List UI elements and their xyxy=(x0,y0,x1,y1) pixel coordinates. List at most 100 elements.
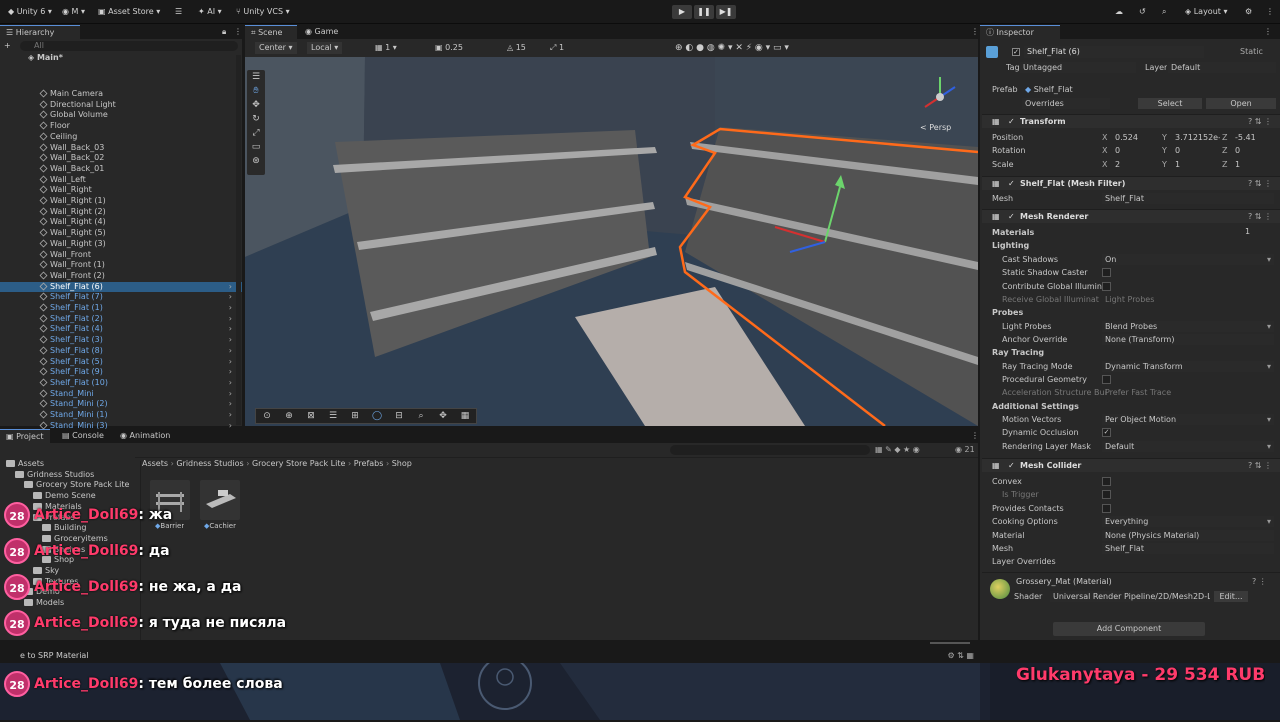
scene-root[interactable]: ◈ Main* xyxy=(0,53,242,64)
angle-toggle[interactable]: ◬ 15 xyxy=(507,42,526,54)
hierarchy-item[interactable]: Wall_Right (4) xyxy=(0,217,242,228)
transform-position-y[interactable]: 3.712152e- xyxy=(1175,131,1220,144)
hierarchy-item[interactable]: Wall_Back_01 xyxy=(0,164,242,175)
transform-scale[interactable]: Scale X 2 Y 1 Z 1 xyxy=(982,158,1280,171)
scene-viewport[interactable] xyxy=(245,57,978,426)
tool-rect-icon[interactable]: ▭ xyxy=(249,140,263,154)
hierarchy-item[interactable]: Shelf_Flat (7) › xyxy=(0,292,242,303)
active-checkbox[interactable]: ✓ xyxy=(1012,48,1020,56)
collider-mesh-value[interactable]: Shelf_Flat xyxy=(1102,543,1274,554)
search-icon[interactable]: ⌕ xyxy=(1162,5,1166,19)
overlay-tool-5-icon[interactable]: ⊞ xyxy=(348,409,362,423)
tab-scene[interactable]: ⌗ Scene xyxy=(245,25,297,39)
hierarchy-item[interactable]: Wall_Front xyxy=(0,250,242,261)
tool-transform-icon[interactable]: ⊛ xyxy=(249,154,263,168)
overlay-tool-3-icon[interactable]: ⊠ xyxy=(304,409,318,423)
hierarchy-item[interactable]: Shelf_Flat (2) › xyxy=(0,314,242,325)
cooking-options-value[interactable]: Everything xyxy=(1102,516,1274,527)
expand-arrow-icon[interactable]: › xyxy=(229,410,232,421)
mesh-filter-header[interactable]: ▦ ✓ Shelf_Flat (Mesh Filter) ? ⇅ ⋮ xyxy=(982,176,1280,190)
breadcrumb-item[interactable]: Gridness Studios xyxy=(176,459,243,468)
overlay-tool-10-icon[interactable]: ▦ xyxy=(458,409,472,423)
dynamic-occlusion-checkbox[interactable]: ✓ xyxy=(1102,428,1111,437)
transform-scale-y[interactable]: 1 xyxy=(1175,158,1220,171)
expand-arrow-icon[interactable]: › xyxy=(229,292,232,303)
material-menu-icon[interactable]: ? ⋮ xyxy=(1252,577,1267,586)
hierarchy-item[interactable]: Shelf_Flat (1) › xyxy=(0,303,242,314)
rendering-layer-mask-value[interactable]: Default xyxy=(1102,441,1274,452)
panel-menu-icon[interactable]: ⋮ xyxy=(228,25,242,39)
provides-contacts[interactable]: Provides Contacts xyxy=(982,502,1280,515)
tab-inspector[interactable]: ⓘ Inspector xyxy=(980,25,1060,39)
overlay-tool-4-icon[interactable]: ☰ xyxy=(326,409,340,423)
layout-button[interactable]: ◈ Layout ▾ xyxy=(1185,5,1227,19)
expand-arrow-icon[interactable]: › xyxy=(229,314,232,325)
mesh-collider-header[interactable]: ▦ ✓ Mesh Collider ? ⇅ ⋮ xyxy=(982,458,1280,472)
hierarchy-item[interactable]: Wall_Right xyxy=(0,185,242,196)
hierarchy-item[interactable]: Shelf_Flat (5) › xyxy=(0,357,242,368)
tool-view-icon[interactable]: ☰ xyxy=(249,70,263,84)
step-button[interactable]: ▶❚ xyxy=(716,5,736,19)
hierarchy-item[interactable]: Shelf_Flat (4) › xyxy=(0,324,242,335)
receive-gi-value[interactable]: Light Probes xyxy=(1102,294,1274,305)
space-dropdown[interactable]: Local ▾ xyxy=(307,42,343,54)
component-menu-icon[interactable]: ? ⇅ ⋮ xyxy=(1248,177,1272,191)
static-shadow-caster-checkbox[interactable] xyxy=(1102,268,1111,277)
shader-edit-button[interactable]: Edit... xyxy=(1214,591,1248,602)
scene-menu-icon[interactable]: ⋮ xyxy=(965,25,979,39)
hierarchy-item[interactable]: Wall_Left xyxy=(0,175,242,186)
history-icon[interactable]: ↺ xyxy=(1139,5,1146,19)
transform-position-x[interactable]: 0.524 xyxy=(1115,131,1160,144)
component-enabled-checkbox[interactable]: ✓ xyxy=(1008,177,1015,191)
account-button[interactable]: ◆ Unity 6 ▾ xyxy=(8,5,52,19)
component-enabled-checkbox[interactable]: ✓ xyxy=(1008,210,1015,224)
vcs-button[interactable]: ⑂ Unity VCS ▾ xyxy=(236,5,290,19)
ray-tracing-mode[interactable]: Ray Tracing Mode Dynamic Transform xyxy=(982,360,1280,373)
transform-rotation[interactable]: Rotation X 0 Y 0 Z 0 xyxy=(982,144,1280,157)
add-component-button[interactable]: Add Component xyxy=(1053,622,1205,636)
tool-rotate-icon[interactable]: ↻ xyxy=(249,112,263,126)
hierarchy-item[interactable]: Shelf_Flat (6) › xyxy=(0,281,242,293)
overlay-tool-6-icon[interactable]: ◯ xyxy=(370,409,384,423)
overlay-tool-8-icon[interactable]: ⌕ xyxy=(414,409,428,423)
hierarchy-item[interactable]: Floor xyxy=(0,121,242,132)
procedural-geometry-checkbox[interactable] xyxy=(1102,375,1111,384)
is-trigger-checkbox[interactable] xyxy=(1102,490,1111,499)
motion-vectors-value[interactable]: Per Object Motion xyxy=(1102,414,1274,425)
light-probes[interactable]: Light Probes Blend Probes xyxy=(982,320,1280,333)
anchor-override[interactable]: Anchor Override None (Transform) xyxy=(982,333,1280,346)
tab-game[interactable]: ◉ Game xyxy=(299,25,349,39)
overlay-tool-1-icon[interactable]: ⊙ xyxy=(260,409,274,423)
component-menu-icon[interactable]: ? ⇅ ⋮ xyxy=(1248,115,1272,129)
component-menu-icon[interactable]: ? ⇅ ⋮ xyxy=(1248,210,1272,224)
receive-gi[interactable]: Receive Global Illuminat Light Probes xyxy=(982,293,1280,306)
contribute-gi-checkbox[interactable] xyxy=(1102,282,1111,291)
settings-icon[interactable]: ⚙ xyxy=(1245,5,1252,19)
hierarchy-item[interactable]: Wall_Front (1) xyxy=(0,260,242,271)
transform-position[interactable]: Position X 0.524 Y 3.712152e- Z -5.41 xyxy=(982,131,1280,144)
hierarchy-item[interactable]: Wall_Back_02 xyxy=(0,153,242,164)
mesh-renderer-header[interactable]: ▦ ✓ Mesh Renderer ? ⇅ ⋮ xyxy=(982,209,1280,223)
tag-dropdown[interactable]: Untagged xyxy=(1020,62,1136,73)
convex[interactable]: Convex xyxy=(982,475,1280,488)
cast-shadows[interactable]: Cast Shadows On xyxy=(982,253,1280,266)
inspector-menu-icon[interactable]: ⋮ xyxy=(1258,25,1272,39)
transform-scale-z[interactable]: 1 xyxy=(1235,158,1280,171)
pivot-dropdown[interactable]: Center ▾ xyxy=(255,42,297,54)
status-icons[interactable]: ⚙ ⇅ ▦ xyxy=(947,649,974,663)
asset-thumb-cachier[interactable] xyxy=(200,480,240,520)
prefab-field[interactable]: ◆ Shelf_Flat xyxy=(1022,84,1274,95)
anchor-override-value[interactable]: None (Transform) xyxy=(1102,334,1274,345)
open-button[interactable]: Open xyxy=(1206,98,1276,109)
tab-animation[interactable]: ◉ Animation xyxy=(114,429,184,443)
hierarchy-scrollbar[interactable] xyxy=(236,55,241,425)
is-trigger[interactable]: Is Trigger xyxy=(982,488,1280,501)
static-toggle[interactable]: Static xyxy=(1240,46,1263,58)
transform-scale-x[interactable]: 2 xyxy=(1115,158,1160,171)
project-folder[interactable]: Gridness Studios xyxy=(15,470,94,481)
select-button[interactable]: Select xyxy=(1138,98,1202,109)
expand-arrow-icon[interactable]: › xyxy=(229,399,232,410)
hierarchy-item[interactable]: Shelf_Flat (3) › xyxy=(0,335,242,346)
hierarchy-item[interactable]: Stand_Mini (2) › xyxy=(0,399,242,410)
acceleration-structure-value[interactable]: Prefer Fast Trace xyxy=(1102,387,1274,398)
